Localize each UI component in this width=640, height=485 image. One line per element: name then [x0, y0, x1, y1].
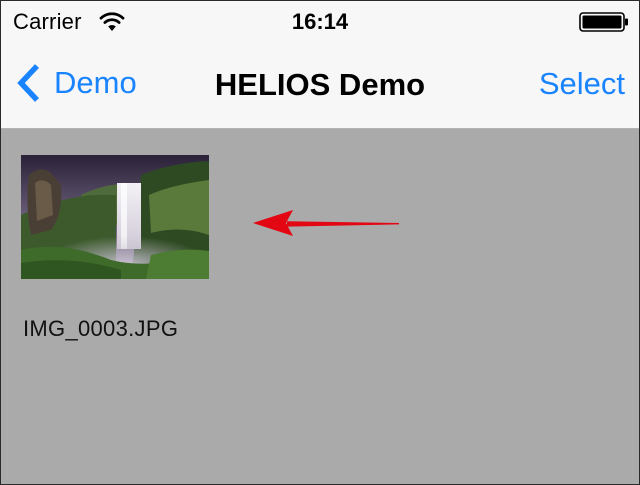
- waterfall-landscape-photo: [21, 155, 209, 279]
- top-bar: Carrier 16:14 Demo HELIOS Demo Select: [1, 1, 639, 129]
- clock-time: 16:14: [291, 9, 349, 34]
- photo-grid: IMG_0003.JPG: [1, 129, 639, 484]
- select-button[interactable]: Select: [539, 65, 625, 103]
- navigation-bar: Demo HELIOS Demo Select: [1, 41, 639, 128]
- battery-icon: [579, 12, 628, 32]
- photo-thumbnail-item[interactable]: [21, 155, 209, 279]
- arrow-left-icon: [253, 210, 399, 236]
- file-name-label: IMG_0003.JPG: [23, 316, 179, 341]
- status-bar: Carrier 16:14: [1, 1, 639, 41]
- app-window: Carrier 16:14 Demo HELIOS Demo Select IM…: [0, 0, 640, 485]
